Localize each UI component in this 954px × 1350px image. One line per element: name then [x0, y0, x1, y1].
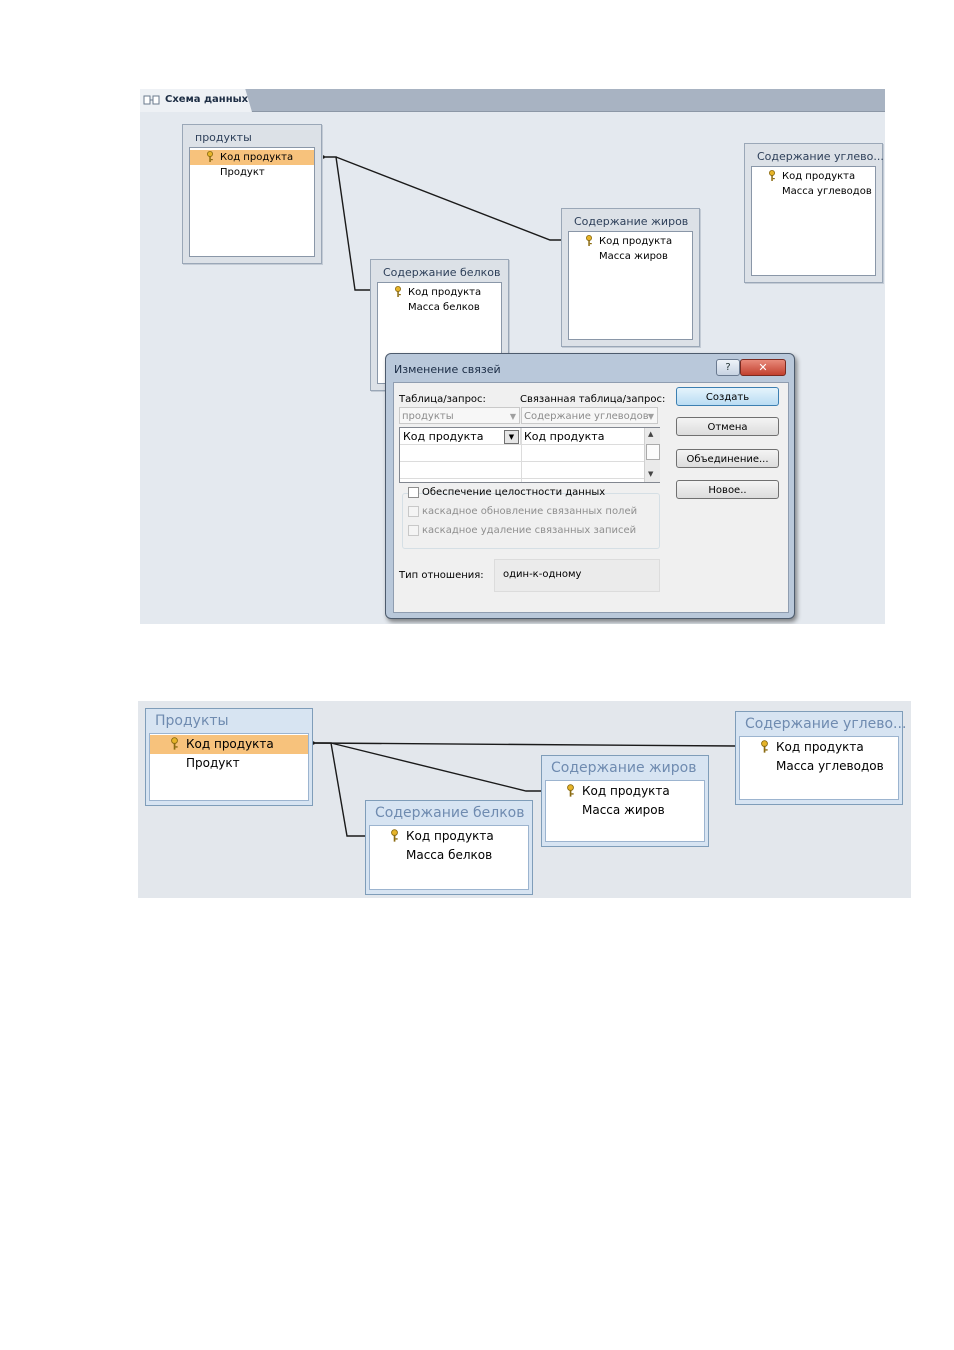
join-type-button[interactable]: Объединение... — [676, 449, 779, 468]
cascade-update-label: каскадное обновление связанных полей — [422, 506, 638, 517]
table-fats[interactable]: Содержание жиров Код продукта Масса жиро… — [561, 208, 700, 347]
table-proteins[interactable]: Содержание белков Код продукта Масса бел… — [365, 800, 533, 895]
field-list: Код продукта Масса углеводов — [751, 166, 876, 276]
field-product-id[interactable]: Код продукта — [378, 285, 501, 300]
field-protein-mass[interactable]: Масса белков — [378, 300, 501, 315]
field-product-id[interactable]: Код продукта — [370, 827, 528, 846]
vertical-scrollbar[interactable]: ▲ ▼ — [644, 428, 660, 482]
scroll-thumb[interactable] — [646, 444, 660, 460]
key-icon — [761, 740, 768, 753]
left-field-cell[interactable]: Код продукта ▼ — [400, 428, 521, 445]
key-icon — [207, 151, 213, 162]
field-list: Код продукта Продукт — [189, 147, 315, 257]
scroll-up-icon[interactable]: ▲ — [648, 430, 653, 438]
table-title: Содержание углево... — [757, 150, 884, 163]
relation-type-value: один-к-одному — [494, 559, 660, 592]
integrity-checkbox[interactable] — [408, 487, 419, 498]
empty-row[interactable] — [400, 445, 644, 462]
create-new-button[interactable]: Новое.. — [676, 480, 779, 499]
key-icon — [391, 829, 398, 842]
field-product-id[interactable]: Код продукта — [150, 735, 308, 754]
field-mapping-grid: Код продукта ▼ Код продукта ▲ ▼ — [399, 427, 660, 483]
field-product-id[interactable]: Код продукта — [740, 738, 898, 757]
table-carbs[interactable]: Содержание углево... Код продукта Масса … — [735, 711, 907, 805]
chevron-down-icon: ▼ — [509, 412, 516, 421]
field-protein-mass[interactable]: Масса белков — [370, 846, 528, 865]
field-fat-mass[interactable]: Масса жиров — [569, 249, 692, 264]
field-list: Код продукта Масса жиров — [568, 231, 693, 340]
integrity-label: Обеспечение целостности данных — [422, 487, 606, 498]
integrity-group — [402, 493, 660, 549]
field-product-id[interactable]: Код продукта — [546, 782, 704, 801]
field-list: Код продукта Продукт — [149, 733, 309, 801]
field-product[interactable]: Продукт — [190, 165, 314, 180]
field-carb-mass[interactable]: Масса углеводов — [740, 757, 898, 776]
field-carb-mass[interactable]: Масса углеводов — [752, 184, 875, 199]
table-title: Содержание белков — [375, 805, 525, 821]
relationships-diagram-result: Продукты Код продукта Продукт Содержание… — [138, 701, 911, 898]
related-table-select[interactable]: Содержание углеводов ▼ — [521, 407, 658, 424]
table-products[interactable]: продукты Код продукта Продукт — [182, 124, 322, 264]
field-list: Код продукта Масса белков — [369, 825, 529, 890]
field-list: Код продукта Масса углеводов — [739, 736, 899, 800]
key-icon — [567, 784, 574, 797]
cascade-delete-label: каскадное удаление связанных записей — [422, 525, 637, 536]
table-title: продукты — [195, 131, 252, 144]
table-title: Содержание жиров — [574, 215, 689, 228]
scroll-down-icon[interactable]: ▼ — [648, 470, 653, 478]
create-button[interactable]: Создать — [676, 387, 779, 406]
table-title: Содержание жиров — [551, 760, 697, 776]
table-products[interactable]: Продукты Код продукта Продукт — [145, 708, 313, 806]
table-fats[interactable]: Содержание жиров Код продукта Масса жиро… — [541, 755, 709, 847]
field-list: Код продукта Масса жиров — [545, 780, 705, 842]
edit-relationships-dialog: Изменение связей ? ✕ Таблица/запрос: Свя… — [385, 353, 795, 619]
key-icon — [769, 170, 775, 181]
table-select[interactable]: продукты ▼ — [399, 407, 520, 424]
cascade-delete-checkbox[interactable] — [408, 525, 419, 536]
relationships-window: Схема данных продукты Код продукта Проду… — [140, 89, 885, 624]
table-label: Таблица/запрос: — [399, 394, 486, 405]
table-title: Содержание углево... — [745, 716, 907, 732]
field-product[interactable]: Продукт — [150, 754, 308, 773]
field-product-id[interactable]: Код продукта — [190, 150, 314, 165]
close-button[interactable]: ✕ — [740, 359, 786, 376]
empty-row[interactable] — [400, 462, 644, 479]
table-title: Продукты — [155, 713, 229, 729]
key-icon — [171, 737, 178, 750]
cascade-update-checkbox[interactable] — [408, 506, 419, 517]
field-fat-mass[interactable]: Масса жиров — [546, 801, 704, 820]
field-product-id[interactable]: Код продукта — [569, 234, 692, 249]
table-title: Содержание белков — [383, 266, 501, 279]
dialog-title: Изменение связей — [394, 363, 501, 376]
cancel-button[interactable]: Отмена — [676, 417, 779, 436]
relation-type-label: Тип отношения: — [399, 570, 484, 581]
key-icon — [586, 235, 592, 246]
chevron-down-icon: ▼ — [647, 412, 654, 421]
key-icon — [395, 286, 401, 297]
dialog-client-area: Таблица/запрос: Связанная таблица/запрос… — [393, 382, 789, 613]
column-divider — [521, 428, 522, 482]
dropdown-button[interactable]: ▼ — [504, 430, 519, 444]
table-carbs[interactable]: Содержание углево... Код продукта Масса … — [744, 143, 884, 283]
help-button[interactable]: ? — [716, 359, 740, 376]
related-table-label: Связанная таблица/запрос: — [520, 394, 666, 405]
field-product-id[interactable]: Код продукта — [752, 169, 875, 184]
right-field-cell[interactable]: Код продукта — [521, 428, 644, 445]
